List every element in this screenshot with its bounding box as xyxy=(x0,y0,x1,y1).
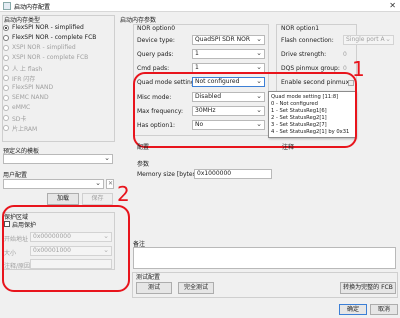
radio-button xyxy=(3,95,9,101)
radio-button xyxy=(3,45,9,51)
boot-type-option: SD卡 xyxy=(3,114,113,123)
boot-type-option-label: XSPI NOR - complete FCB xyxy=(12,54,89,61)
ok-button[interactable]: 确定 xyxy=(339,304,367,315)
boot-type-option-label: FlexSPI NAND xyxy=(12,84,54,91)
dqs-group-label: DQS pinmux group: xyxy=(281,65,340,72)
cmd-pads-label: Cmd pads: xyxy=(137,65,170,72)
radio-button xyxy=(3,105,9,111)
boot-type-option-label: SEMC NAND xyxy=(12,94,49,101)
option1-title: NOR option1 xyxy=(281,25,320,32)
boot-type-option: eMMC xyxy=(3,104,113,113)
boot-type-option-label: XSPI NOR - simplified xyxy=(12,44,76,51)
drive-strength-value[interactable]: 0 xyxy=(343,51,347,58)
boot-type-option: 人 上 flash xyxy=(3,64,113,73)
radio-button xyxy=(3,75,9,81)
boot-type-option: IFR 闪存 xyxy=(3,74,113,83)
radio-button xyxy=(3,85,9,91)
app-icon xyxy=(3,2,11,10)
cancel-button[interactable]: 取消 xyxy=(370,304,398,315)
flash-connection-dropdown[interactable]: Single port A xyxy=(343,35,394,45)
boot-type-option: 片上RAM xyxy=(3,124,113,133)
query-pads-label: Query pads: xyxy=(137,51,174,58)
partial-config-label: 配置 xyxy=(137,144,150,151)
save-button[interactable]: 保存 xyxy=(82,193,113,205)
radio-button[interactable] xyxy=(3,35,9,41)
boot-type-option: XSPI NOR - complete FCB xyxy=(3,54,113,63)
partial-notes-label: 注释 xyxy=(282,144,295,151)
memory-size-field[interactable]: 0x1000000 xyxy=(194,169,272,179)
title-bar: 启动内存配置 ✕ xyxy=(0,0,400,12)
window-title: 启动内存配置 xyxy=(14,4,51,11)
radio-button xyxy=(3,115,9,121)
user-config-label: 用户配置 xyxy=(3,172,28,179)
notes-field[interactable] xyxy=(133,247,396,269)
close-icon[interactable]: ✕ xyxy=(389,1,396,10)
annotation-ring-2 xyxy=(2,205,130,292)
boot-type-option-label: FlexSPI NOR - simplified xyxy=(12,24,84,31)
test-button[interactable]: 测试 xyxy=(136,282,172,294)
radio-button[interactable] xyxy=(3,25,9,31)
boot-type-option[interactable]: FlexSPI NOR - complete FCB xyxy=(3,34,113,43)
template-dropdown[interactable] xyxy=(3,154,113,164)
clear-icon[interactable]: ✕ xyxy=(106,179,114,189)
query-pads-dropdown[interactable]: 1 xyxy=(192,49,265,59)
boot-params-title: 启动内存参数 xyxy=(120,17,157,24)
annotation-ring-1 xyxy=(133,72,357,148)
boot-type-option[interactable]: FlexSPI NOR - simplified xyxy=(3,24,113,33)
device-type-label: Device type: xyxy=(137,37,175,44)
load-button[interactable]: 加载 xyxy=(47,193,79,205)
boot-type-option-label: SD卡 xyxy=(12,116,27,123)
dqs-group-value[interactable]: 0 xyxy=(343,65,347,72)
boot-type-option-label: 人 上 flash xyxy=(12,66,43,73)
radio-button xyxy=(3,125,9,131)
memory-size-label: Memory size [bytes]: xyxy=(137,171,201,178)
user-config-dropdown[interactable] xyxy=(3,179,104,189)
boot-type-option: SEMC NAND xyxy=(3,94,113,103)
boot-type-option-label: FlexSPI NOR - complete FCB xyxy=(12,34,97,41)
annotation-number-1: 1 xyxy=(352,57,365,81)
boot-type-option: XSPI NOR - simplified xyxy=(3,44,113,53)
boot-type-option-label: eMMC xyxy=(12,104,31,111)
drive-strength-label: Drive strength: xyxy=(281,51,327,58)
radio-button xyxy=(3,65,9,71)
annotation-number-2: 2 xyxy=(117,182,130,206)
radio-button xyxy=(3,55,9,61)
test-config-title: 测试配置 xyxy=(136,274,161,281)
convert-fcb-button[interactable]: 转换为完整的 FCB xyxy=(340,282,396,294)
flash-connection-label: Flash connection: xyxy=(281,37,334,44)
boot-memory-type-title: 启动内存类型 xyxy=(4,17,41,24)
boot-type-option: FlexSPI NAND xyxy=(3,84,113,93)
device-type-dropdown[interactable]: QuadSPI SDR NOR xyxy=(192,35,265,45)
option0-title: NOR option0 xyxy=(137,25,176,32)
params-title: 参数 xyxy=(137,161,150,168)
boot-type-option-label: IFR 闪存 xyxy=(12,76,36,83)
boot-type-option-label: 片上RAM xyxy=(12,126,38,133)
full-test-button[interactable]: 完全测试 xyxy=(178,282,214,294)
